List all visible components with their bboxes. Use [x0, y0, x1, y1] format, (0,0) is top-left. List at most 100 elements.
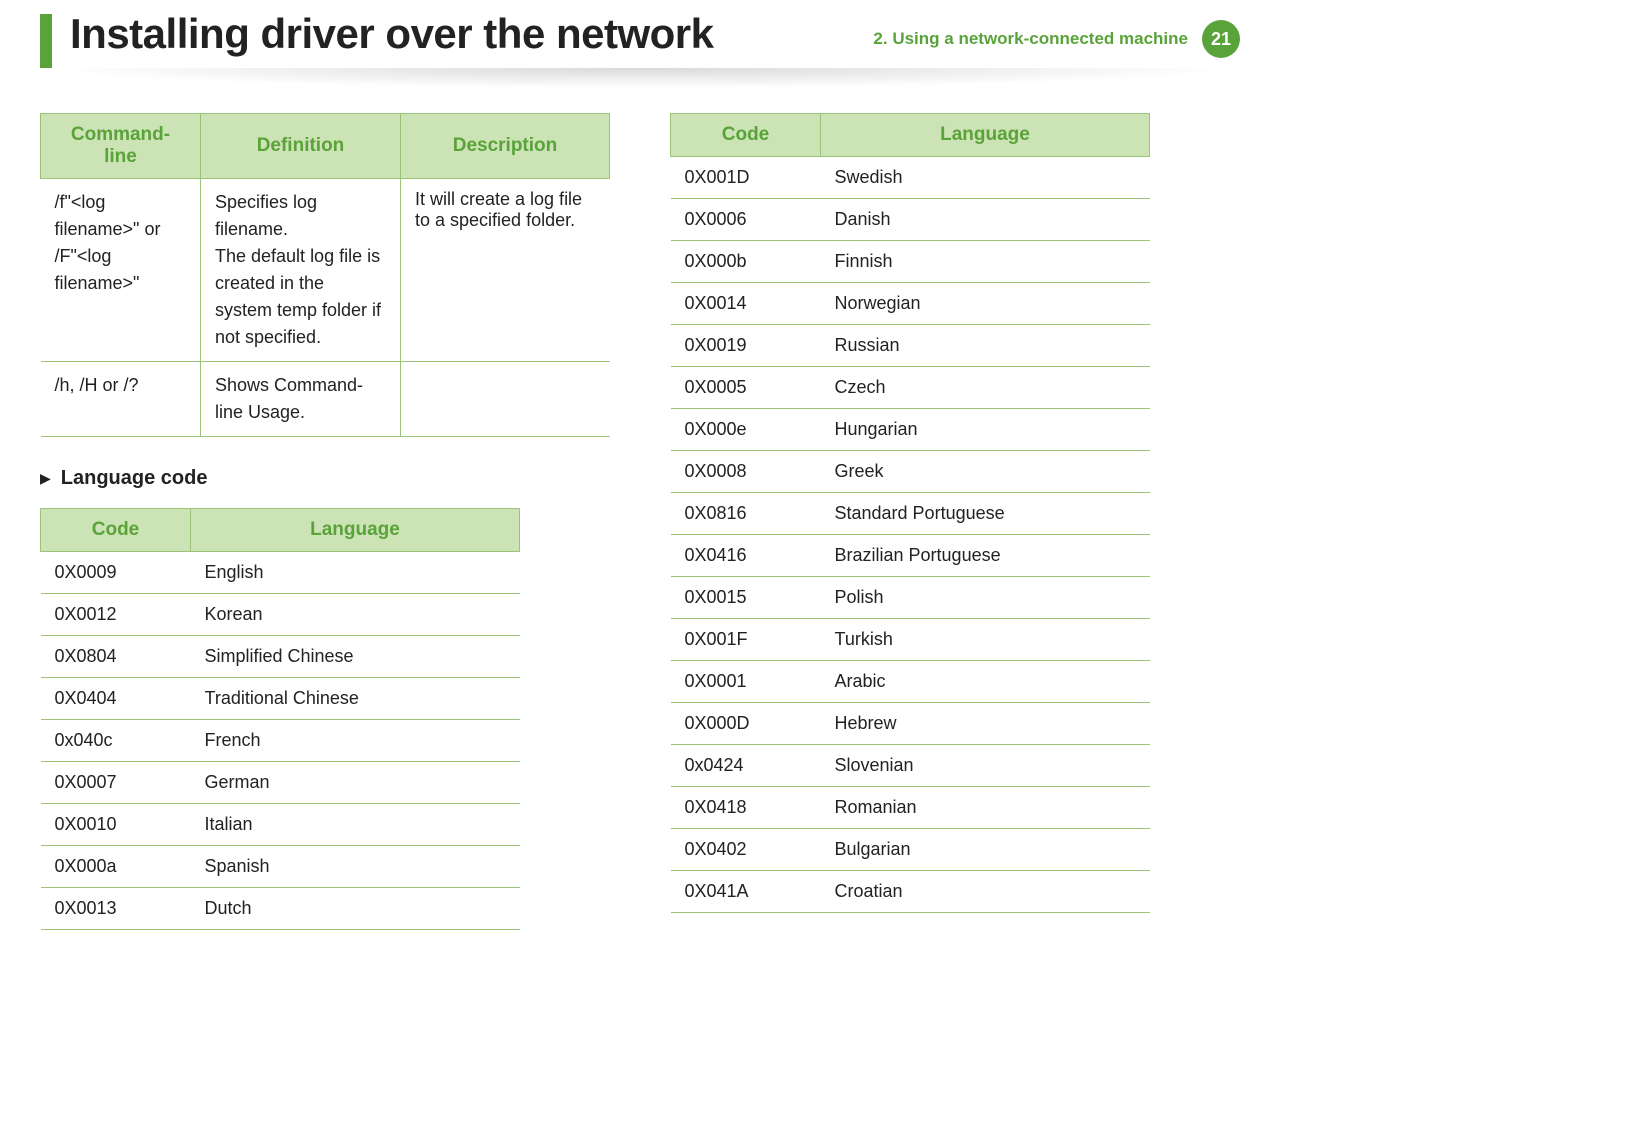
cell-language: English	[191, 552, 520, 594]
table-row: 0X000bFinnish	[671, 241, 1150, 283]
table-header-row: Command- line Definition Description	[41, 114, 610, 179]
table-row: 0X0013Dutch	[41, 888, 520, 930]
cell-language: Norwegian	[821, 283, 1150, 325]
cell-language: Spanish	[191, 846, 520, 888]
content-columns: Command- line Definition Description /f"…	[40, 113, 1240, 930]
cell-code: 0X0402	[671, 829, 821, 871]
table-header-row: Code Language	[41, 509, 520, 552]
cell-language: Czech	[821, 367, 1150, 409]
table-row: /f"<log filename>" or/F"<log filename>"S…	[41, 179, 610, 362]
cell-language: German	[191, 762, 520, 804]
table-row: 0X001FTurkish	[671, 619, 1150, 661]
cell-code: 0X0006	[671, 199, 821, 241]
table-row: 0X0006Danish	[671, 199, 1150, 241]
table-row: 0X0402Bulgarian	[671, 829, 1150, 871]
command-line-table: Command- line Definition Description /f"…	[40, 113, 610, 437]
table-row: 0X0007German	[41, 762, 520, 804]
cell-description: It will create a log file to a specified…	[401, 179, 610, 362]
right-column: Code Language 0X001DSwedish0X0006Danish0…	[670, 113, 1240, 930]
cell-language: Traditional Chinese	[191, 678, 520, 720]
cell-code: 0X0005	[671, 367, 821, 409]
cell-code: 0X0014	[671, 283, 821, 325]
cell-code: 0X000e	[671, 409, 821, 451]
table-row: /h, /H or /?Shows Command-line Usage.	[41, 362, 610, 437]
cell-code: 0X0804	[41, 636, 191, 678]
cell-code: 0X0001	[671, 661, 821, 703]
cell-code: 0X0007	[41, 762, 191, 804]
cell-language: Bulgarian	[821, 829, 1150, 871]
table-row: 0X001DSwedish	[671, 157, 1150, 199]
cell-code: 0X0816	[671, 493, 821, 535]
table-row: 0X0416Brazilian Portuguese	[671, 535, 1150, 577]
header-language: Language	[191, 509, 520, 552]
header-code: Code	[671, 114, 821, 157]
table-row: 0X0010Italian	[41, 804, 520, 846]
page-number-badge: 21	[1202, 20, 1240, 58]
cell-code: 0x040c	[41, 720, 191, 762]
cell-language: Greek	[821, 451, 1150, 493]
table-row: 0X000aSpanish	[41, 846, 520, 888]
table-row: 0x0424Slovenian	[671, 745, 1150, 787]
table-row: 0X000DHebrew	[671, 703, 1150, 745]
language-table-right: Code Language 0X001DSwedish0X0006Danish0…	[670, 113, 1150, 913]
cell-code: 0X000a	[41, 846, 191, 888]
header-language: Language	[821, 114, 1150, 157]
table-row: 0X0019Russian	[671, 325, 1150, 367]
cell-code: 0X0010	[41, 804, 191, 846]
accent-bar	[40, 14, 52, 68]
cell-language: Slovenian	[821, 745, 1150, 787]
table-row: 0x040cFrench	[41, 720, 520, 762]
cell-language: Swedish	[821, 157, 1150, 199]
section-heading-text: Language code	[61, 467, 208, 490]
cell-language: Romanian	[821, 787, 1150, 829]
chapter-label: 2. Using a network-connected machine	[873, 29, 1188, 49]
cell-language: Standard Portuguese	[821, 493, 1150, 535]
cell-code: 0X0418	[671, 787, 821, 829]
cell-language: Danish	[821, 199, 1150, 241]
cell-code: 0X0008	[671, 451, 821, 493]
cell-language: Hebrew	[821, 703, 1150, 745]
cell-code: 0X0015	[671, 577, 821, 619]
header-code: Code	[41, 509, 191, 552]
cell-language: Croatian	[821, 871, 1150, 913]
cell-language: Brazilian Portuguese	[821, 535, 1150, 577]
triangle-icon: ▶	[40, 470, 51, 487]
table-row: 0X0816Standard Portuguese	[671, 493, 1150, 535]
table-row: 0X0001Arabic	[671, 661, 1150, 703]
table-row: 0X0009English	[41, 552, 520, 594]
cell-code: 0X0012	[41, 594, 191, 636]
cell-language: Korean	[191, 594, 520, 636]
header-description: Description	[401, 114, 610, 179]
cell-language: Hungarian	[821, 409, 1150, 451]
cell-language: Finnish	[821, 241, 1150, 283]
left-column: Command- line Definition Description /f"…	[40, 113, 610, 930]
cell-language: Dutch	[191, 888, 520, 930]
cell-language: Polish	[821, 577, 1150, 619]
table-row: 0X0804Simplified Chinese	[41, 636, 520, 678]
cell-code: 0X001D	[671, 157, 821, 199]
table-row: 0X0008Greek	[671, 451, 1150, 493]
cell-command: /f"<log filename>" or/F"<log filename>"	[41, 179, 201, 362]
table-row: 0X0418Romanian	[671, 787, 1150, 829]
table-row: 0X0404Traditional Chinese	[41, 678, 520, 720]
cell-code: 0X041A	[671, 871, 821, 913]
header-left: Installing driver over the network	[40, 10, 714, 68]
language-table-left: Code Language 0X0009English0X0012Korean0…	[40, 508, 520, 930]
cell-description	[401, 362, 610, 437]
cell-language: French	[191, 720, 520, 762]
table-row: 0X0014Norwegian	[671, 283, 1150, 325]
cell-code: 0X000D	[671, 703, 821, 745]
cell-definition: Specifies log filename.The default log f…	[201, 179, 401, 362]
header-command-line: Command- line	[41, 114, 201, 179]
cell-code: 0X0019	[671, 325, 821, 367]
table-header-row: Code Language	[671, 114, 1150, 157]
cell-language: Italian	[191, 804, 520, 846]
table-row: 0X000eHungarian	[671, 409, 1150, 451]
cell-language: Arabic	[821, 661, 1150, 703]
header-right: 2. Using a network-connected machine 21	[873, 20, 1240, 58]
table-row: 0X0012Korean	[41, 594, 520, 636]
table-row: 0X041ACroatian	[671, 871, 1150, 913]
table-row: 0X0015Polish	[671, 577, 1150, 619]
header-shadow	[40, 68, 1240, 88]
cell-command: /h, /H or /?	[41, 362, 201, 437]
